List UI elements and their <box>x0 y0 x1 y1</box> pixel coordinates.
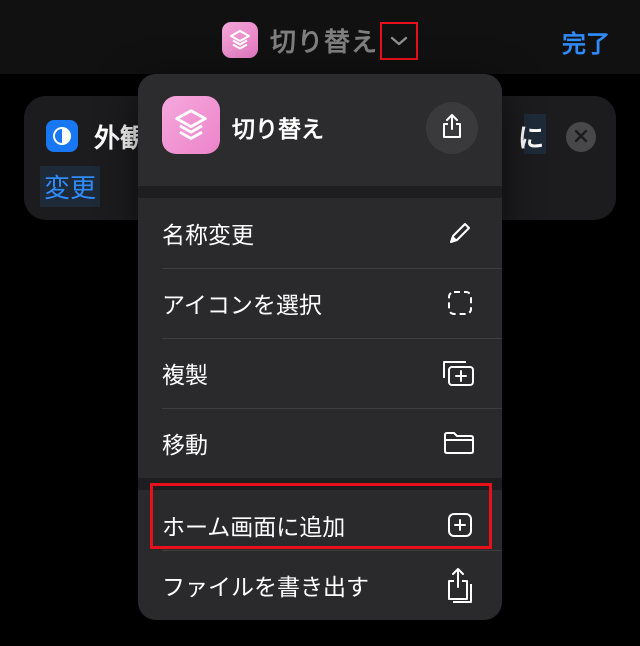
duplicate-icon <box>440 357 476 389</box>
menu-item-move[interactable]: 移動 <box>138 408 502 478</box>
title-menu-button[interactable] <box>380 22 418 60</box>
highlight-annotation-box <box>150 483 492 549</box>
nav-title: 切り替え <box>270 27 379 58</box>
share-button[interactable] <box>426 102 478 154</box>
menu-item-label: 複製 <box>162 363 208 389</box>
export-icon <box>444 566 476 604</box>
pencil-icon <box>444 217 476 249</box>
close-circle-icon <box>574 128 588 147</box>
menu-item-label: 名称変更 <box>162 223 254 249</box>
share-icon <box>441 113 463 143</box>
menu-item-export-file[interactable]: ファイルを書き出す <box>138 550 502 620</box>
done-button[interactable]: 完了 <box>562 24 610 59</box>
safari-compass-icon <box>46 120 78 152</box>
dashed-square-icon <box>444 287 476 319</box>
shortcut-icon <box>162 96 220 154</box>
shortcuts-layers-icon <box>222 22 258 58</box>
action-text-right: に <box>518 124 545 154</box>
action-parameter-link[interactable]: 変更 <box>40 166 101 207</box>
nav-title-group[interactable]: 切り替え <box>222 22 378 58</box>
menu-item-label: アイコンを選択 <box>162 293 322 319</box>
chevron-down-icon <box>390 32 408 51</box>
remove-action-button[interactable] <box>566 122 596 152</box>
menu-header: 切り替え <box>138 74 502 186</box>
menu-item-label: 移動 <box>162 433 208 459</box>
menu-item-duplicate[interactable]: 複製 <box>138 338 502 408</box>
menu-item-label: ファイルを書き出す <box>162 575 369 601</box>
navigation-bar: 切り替え 完了 <box>0 0 640 74</box>
menu-item-rename[interactable]: 名称変更 <box>138 198 502 268</box>
folder-icon <box>442 427 476 459</box>
menu-item-choose-icon[interactable]: アイコンを選択 <box>138 268 502 338</box>
menu-header-title: 切り替え <box>232 117 324 143</box>
menu-section-divider <box>138 186 502 198</box>
